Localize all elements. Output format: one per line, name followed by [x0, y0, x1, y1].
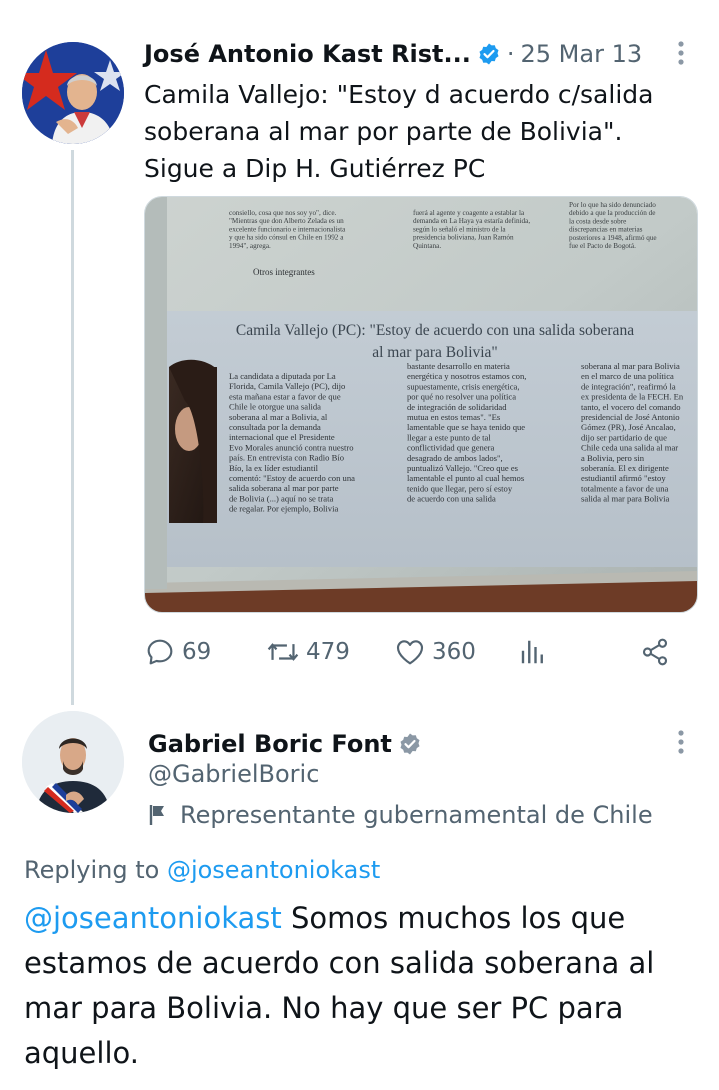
tweet-media-image[interactable]: consiello, cosa que nos soy yo", dice. "M… — [144, 196, 698, 613]
retweet-count: 479 — [306, 639, 350, 665]
thread-connector-line — [71, 150, 74, 705]
more-dots-icon — [678, 41, 684, 65]
affiliation-label: Representante gubernamental de Chile — [148, 798, 653, 832]
flag-icon — [149, 805, 164, 825]
boric-name-row[interactable]: Gabriel Boric Font — [148, 726, 422, 762]
clip-body-column-1: La candidata a diputada por La Florida, C… — [229, 371, 355, 514]
author-handle[interactable]: @GabrielBoric — [148, 760, 319, 788]
author-name[interactable]: José Antonio Kast Rist... — [144, 40, 471, 68]
reply-count: 69 — [182, 639, 212, 665]
newspaper-clipping: consiello, cosa que nos soy yo", dice. "M… — [145, 197, 697, 612]
share-button[interactable] — [640, 632, 670, 672]
reply-text: @joseantoniokast Somos muchos los que es… — [24, 896, 704, 1076]
verified-badge-icon — [400, 733, 420, 755]
more-options-button[interactable] — [666, 38, 696, 68]
clip-subhead: Otros integrantes — [253, 267, 315, 277]
tweet-actions: 69 479 360 — [144, 632, 684, 672]
author-name[interactable]: Gabriel Boric Font — [148, 730, 392, 758]
separator-dot: · — [506, 40, 515, 68]
kast-avatar[interactable] — [22, 42, 124, 144]
replying-to-line: Replying to @joseantoniokast — [24, 856, 380, 884]
tweet-date[interactable]: 25 Mar 13 — [520, 40, 642, 68]
like-button[interactable]: 360 — [394, 632, 476, 672]
retweet-icon — [267, 643, 299, 661]
reply-button[interactable]: 69 — [144, 632, 211, 672]
affiliation-text: Representante gubernamental de Chile — [180, 801, 653, 829]
more-options-button[interactable] — [666, 727, 696, 757]
share-icon — [642, 638, 668, 666]
retweet-button[interactable]: 479 — [266, 632, 350, 672]
verified-badge-icon — [479, 43, 499, 65]
views-button[interactable] — [518, 632, 548, 672]
analytics-icon — [521, 640, 543, 664]
like-count: 360 — [432, 639, 476, 665]
replying-to-link[interactable]: @joseantoniokast — [167, 856, 380, 884]
reply-icon — [147, 639, 173, 665]
more-dots-icon — [678, 730, 684, 754]
boric-avatar[interactable] — [22, 711, 124, 813]
mention-link[interactable]: @joseantoniokast — [24, 901, 282, 935]
replying-prefix: Replying to — [24, 856, 160, 884]
heart-icon — [396, 640, 424, 665]
tweet-text: Camila Vallejo: "Estoy d acuerdo c/salid… — [144, 80, 654, 183]
kast-name-row[interactable]: José Antonio Kast Rist... · 25 Mar 13 — [144, 36, 642, 72]
